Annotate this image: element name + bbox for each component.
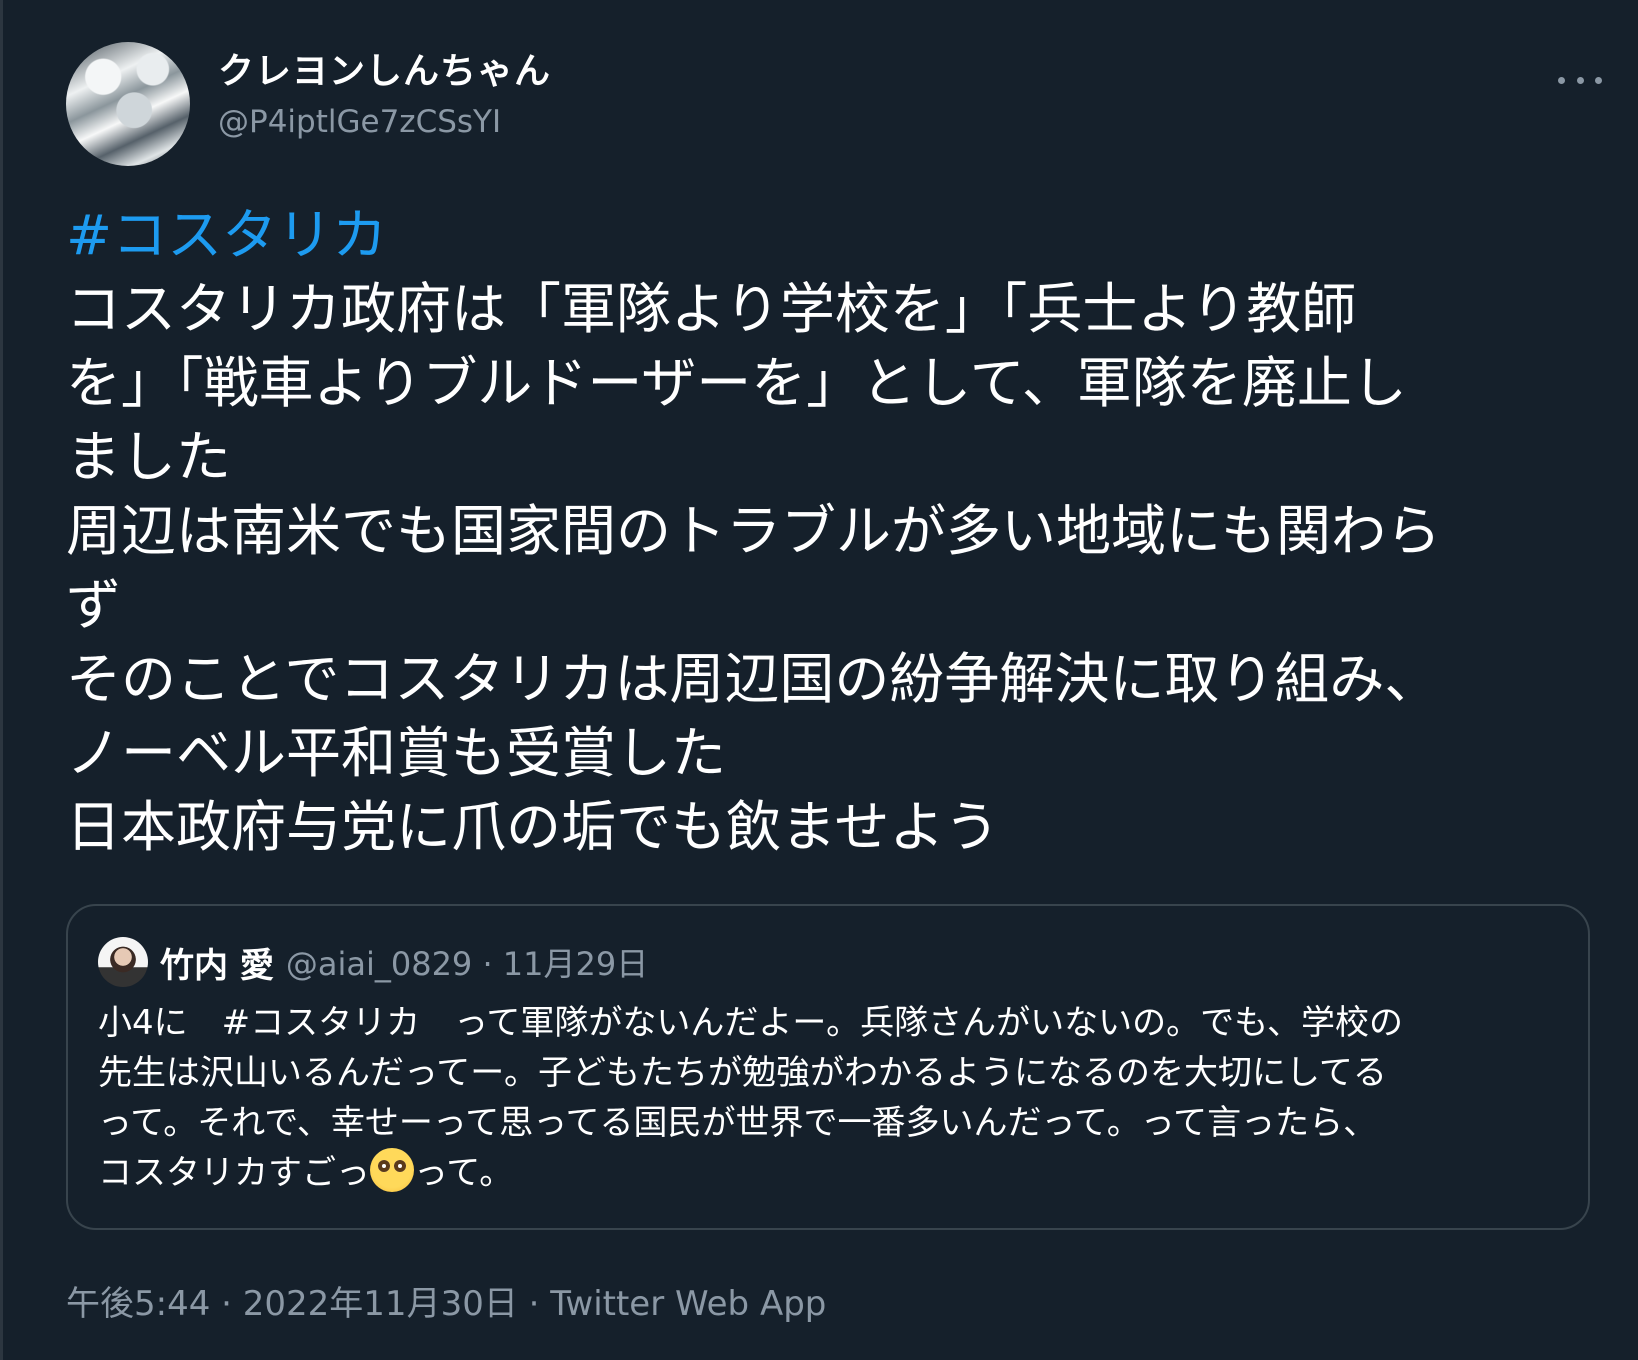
quoted-author-avatar [98,937,148,987]
dot [1595,76,1602,84]
author-avatar[interactable] [66,42,190,166]
quoted-author-name: 竹内 愛 [160,945,274,986]
hashtag-link[interactable]: #コスタリカ [66,198,1566,272]
more-options-icon[interactable] [1558,58,1602,102]
quoted-tweet-text: 小4に #コスタリカ って軍隊がないんだよー。兵隊さんがいないの。でも、学校の … [98,998,1558,1198]
tweet-line: ず [66,573,122,637]
quoted-line-text: コスタリカすごっ [98,1153,370,1193]
quoted-line-text: って。 [414,1153,514,1193]
tweet: クレヨンしんちゃん @P4iptlGe7zCSsYI #コスタリカ コスタリカ政… [66,42,1606,1325]
quoted-line-last: コスタリカすごっ って。 [98,1148,1558,1198]
quoted-line: 先生は沢山いるんだってー。子どもたちが勉強がわかるようになるのを大切にしてる [98,1053,1387,1093]
quoted-tweet-card[interactable]: 竹内 愛 @aiai_0829 · 11月29日 小4に #コスタリカ って軍隊… [66,904,1590,1230]
quoted-tweet-header: 竹内 愛 @aiai_0829 · 11月29日 [98,936,1558,988]
left-edge-divider [0,0,3,1360]
quoted-line: 小4に #コスタリカ って軍隊がないんだよー。兵隊さんがいないの。でも、学校の [98,1003,1404,1043]
dot [1576,76,1584,84]
tweet-line: を」「戦車よりブルドーザーを」として、軍隊を廃止し [66,351,1407,415]
tweet-line: ノーベル平和賞も受賞した [66,721,727,785]
tweet-line: ました [66,425,232,489]
tweet-line: コスタリカ政府は「軍隊より学校を」「兵士より教師 [66,277,1357,341]
dot [1558,76,1565,84]
quoted-line: って。それで、幸せーって思ってる国民が世界で一番多いんだって。って言ったら、 [98,1103,1378,1143]
author-display-name[interactable]: クレヨンしんちゃん [218,50,551,94]
tweet-text: #コスタリカ コスタリカ政府は「軍隊より学校を」「兵士より教師 を」「戦車よりブ… [66,198,1566,864]
tweet-timestamp-source[interactable]: 午後5:44 · 2022年11月30日 · Twitter Web App [66,1276,1606,1325]
tweet-line: 日本政府与党に爪の垢でも飲ませよう [66,795,1000,859]
tweet-header: クレヨンしんちゃん @P4iptlGe7zCSsYI [66,42,1606,166]
author-handle[interactable]: @P4iptlGe7zCSsYI [218,100,551,144]
tweet-line: そのことでコスタリカは周辺国の紛争解決に取り組み、 [66,647,1440,711]
author-names: クレヨンしんちゃん @P4iptlGe7zCSsYI [218,50,551,144]
tweet-line: 周辺は南米でも国家間のトラブルが多い地域にも関わら [66,499,1442,563]
quoted-author-handle-date: @aiai_0829 · 11月29日 [285,945,649,983]
flushed-face-icon [370,1148,414,1192]
